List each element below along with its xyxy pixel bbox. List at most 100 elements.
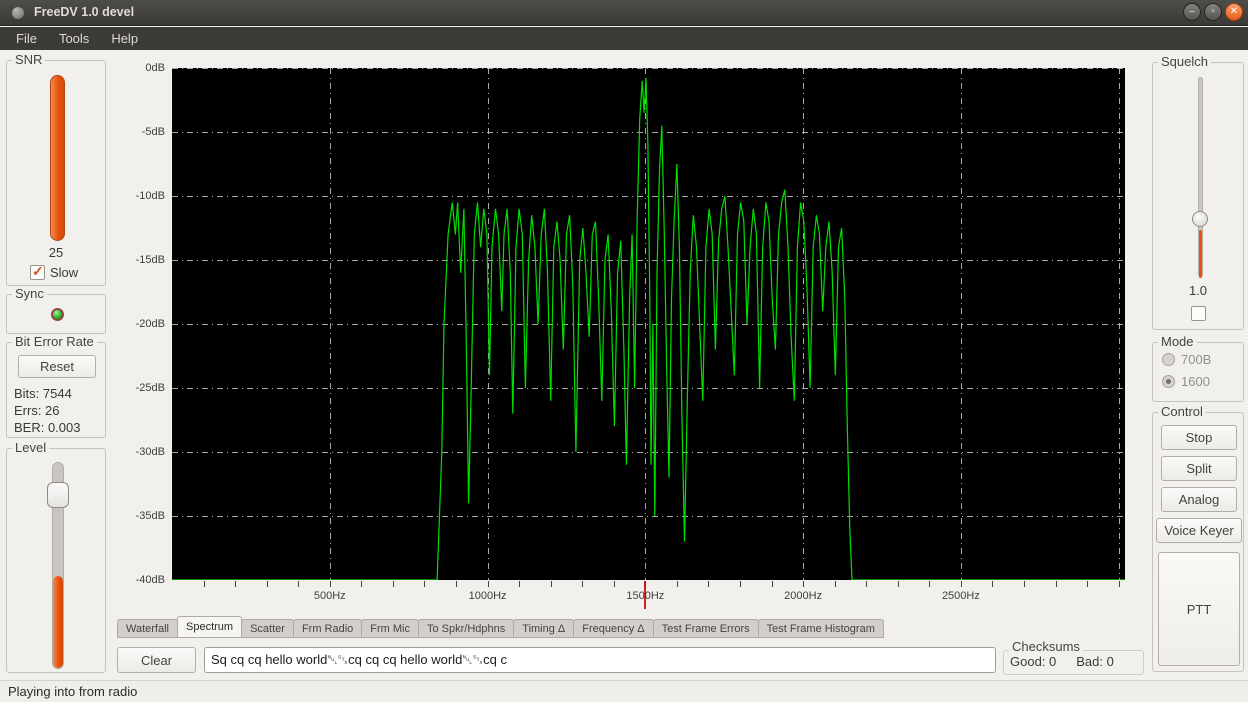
mode-option-700b[interactable]: 700B xyxy=(1162,352,1211,367)
y-axis-label: -35dB xyxy=(117,509,165,523)
checksums-group: Checksums Good: 0 Bad: 0 xyxy=(1003,650,1144,675)
squelch-slider-fill xyxy=(1199,230,1202,278)
x-minor-tick xyxy=(298,581,299,587)
tab-scatter[interactable]: Scatter xyxy=(241,619,294,638)
level-slider-handle[interactable] xyxy=(47,482,69,508)
snr-group-label: SNR xyxy=(12,52,45,67)
ber-group-label: Bit Error Rate xyxy=(12,334,97,349)
slow-checkbox-row[interactable]: Slow xyxy=(30,265,78,280)
y-axis-label: -15dB xyxy=(117,253,165,267)
y-axis-label: -25dB xyxy=(117,381,165,395)
bits-count: Bits: 7544 xyxy=(14,386,72,401)
x-minor-tick xyxy=(614,581,615,587)
x-minor-tick xyxy=(645,581,646,587)
ber-value: BER: 0.003 xyxy=(14,420,81,435)
voice-keyer-button[interactable]: Voice Keyer xyxy=(1156,518,1242,543)
x-minor-tick xyxy=(361,581,362,587)
slow-checkbox[interactable] xyxy=(30,265,45,280)
menu-file[interactable]: File xyxy=(10,29,43,48)
radio-icon xyxy=(1162,375,1175,388)
squelch-group: Squelch 1.0 xyxy=(1152,62,1244,330)
maximize-button[interactable]: ▫ xyxy=(1204,3,1222,21)
x-minor-tick xyxy=(677,581,678,587)
x-axis-label: 1500Hz xyxy=(610,590,680,602)
y-axis-label: -30dB xyxy=(117,445,165,459)
control-group: Control StopSplitAnalogVoice Keyer PTT xyxy=(1152,412,1244,672)
titlebar: FreeDV 1.0 devel –▫✕ xyxy=(0,0,1248,26)
plot-tabbar: WaterfallSpectrumScatterFrm RadioFrm Mic… xyxy=(117,616,1143,638)
tab-frequency-[interactable]: Frequency Δ xyxy=(573,619,653,638)
mode-group-label: Mode xyxy=(1158,334,1197,349)
tab-frm-mic[interactable]: Frm Mic xyxy=(361,619,419,638)
mode-option-label: 1600 xyxy=(1181,374,1210,389)
menu-help[interactable]: Help xyxy=(105,29,144,48)
sync-led-icon xyxy=(51,308,64,321)
y-axis-label: 0dB xyxy=(117,61,165,75)
x-minor-tick xyxy=(992,581,993,587)
snr-value: 25 xyxy=(7,245,105,260)
statusbar: Playing into from radio xyxy=(0,680,1248,702)
close-button[interactable]: ✕ xyxy=(1225,3,1243,21)
x-minor-tick xyxy=(1087,581,1088,587)
split-button[interactable]: Split xyxy=(1161,456,1237,481)
spectrum-plot xyxy=(172,68,1125,580)
reset-button[interactable]: Reset xyxy=(18,355,96,378)
snr-gauge xyxy=(50,75,65,241)
squelch-checkbox[interactable] xyxy=(1191,306,1206,321)
ptt-button[interactable]: PTT xyxy=(1158,552,1240,666)
mode-group: Mode 700B1600 xyxy=(1152,342,1244,402)
radio-icon xyxy=(1162,353,1175,366)
x-minor-tick xyxy=(519,581,520,587)
clear-button[interactable]: Clear xyxy=(117,647,196,673)
x-minor-tick xyxy=(204,581,205,587)
squelch-value: 1.0 xyxy=(1153,283,1243,298)
tab-frm-radio[interactable]: Frm Radio xyxy=(293,619,362,638)
menubar: File Tools Help xyxy=(0,27,1248,50)
x-minor-tick xyxy=(772,581,773,587)
mode-option-1600[interactable]: 1600 xyxy=(1162,374,1211,389)
mode-option-label: 700B xyxy=(1181,352,1211,367)
x-minor-tick xyxy=(708,581,709,587)
slow-checkbox-label: Slow xyxy=(50,265,78,280)
x-minor-tick xyxy=(582,581,583,587)
x-axis-label: 500Hz xyxy=(295,590,365,602)
window-title: FreeDV 1.0 devel xyxy=(34,5,134,19)
y-axis-label: -10dB xyxy=(117,189,165,203)
decoded-text-input[interactable] xyxy=(204,647,996,673)
sync-group-label: Sync xyxy=(12,286,47,301)
tab-timing-[interactable]: Timing Δ xyxy=(513,619,574,638)
x-minor-tick xyxy=(961,581,962,587)
mode-options: 700B 1600 xyxy=(1162,352,1211,389)
x-minor-tick xyxy=(1119,581,1120,587)
spectrum-trace xyxy=(172,78,1125,580)
tab-waterfall[interactable]: Waterfall xyxy=(117,619,178,638)
tab-test-frame-errors[interactable]: Test Frame Errors xyxy=(653,619,759,638)
minimize-button[interactable]: – xyxy=(1183,3,1201,21)
control-group-label: Control xyxy=(1158,404,1206,419)
tab-test-frame-histogram[interactable]: Test Frame Histogram xyxy=(758,619,884,638)
x-minor-tick xyxy=(235,581,236,587)
level-slider-fill xyxy=(53,576,63,668)
window-buttons: –▫✕ xyxy=(1183,3,1243,21)
checksums-bad: Bad: 0 xyxy=(1076,654,1114,669)
tab-spectrum[interactable]: Spectrum xyxy=(177,616,242,638)
level-group-label: Level xyxy=(12,440,49,455)
menu-tools[interactable]: Tools xyxy=(53,29,95,48)
stop-button[interactable]: Stop xyxy=(1161,425,1237,450)
status-text: Playing into from radio xyxy=(8,684,137,699)
x-minor-tick xyxy=(803,581,804,587)
x-minor-tick xyxy=(267,581,268,587)
x-axis-label: 1000Hz xyxy=(453,590,523,602)
x-minor-tick xyxy=(456,581,457,587)
x-minor-tick xyxy=(898,581,899,587)
tab-to-spkr-hdphns[interactable]: To Spkr/Hdphns xyxy=(418,619,514,638)
bit-error-rate-group: Bit Error Rate Reset Bits: 7544 Errs: 26… xyxy=(6,342,106,438)
squelch-slider-handle[interactable] xyxy=(1192,211,1208,227)
analog-button[interactable]: Analog xyxy=(1161,487,1237,512)
level-group: Level xyxy=(6,448,106,673)
squelch-slider-track[interactable] xyxy=(1198,77,1203,277)
checksums-label: Checksums xyxy=(1009,639,1083,654)
x-minor-tick xyxy=(330,581,331,587)
spectrum-panel: 0dB-5dB-10dB-15dB-20dB-25dB-30dB-35dB-40… xyxy=(117,52,1143,614)
app-icon xyxy=(12,7,24,19)
